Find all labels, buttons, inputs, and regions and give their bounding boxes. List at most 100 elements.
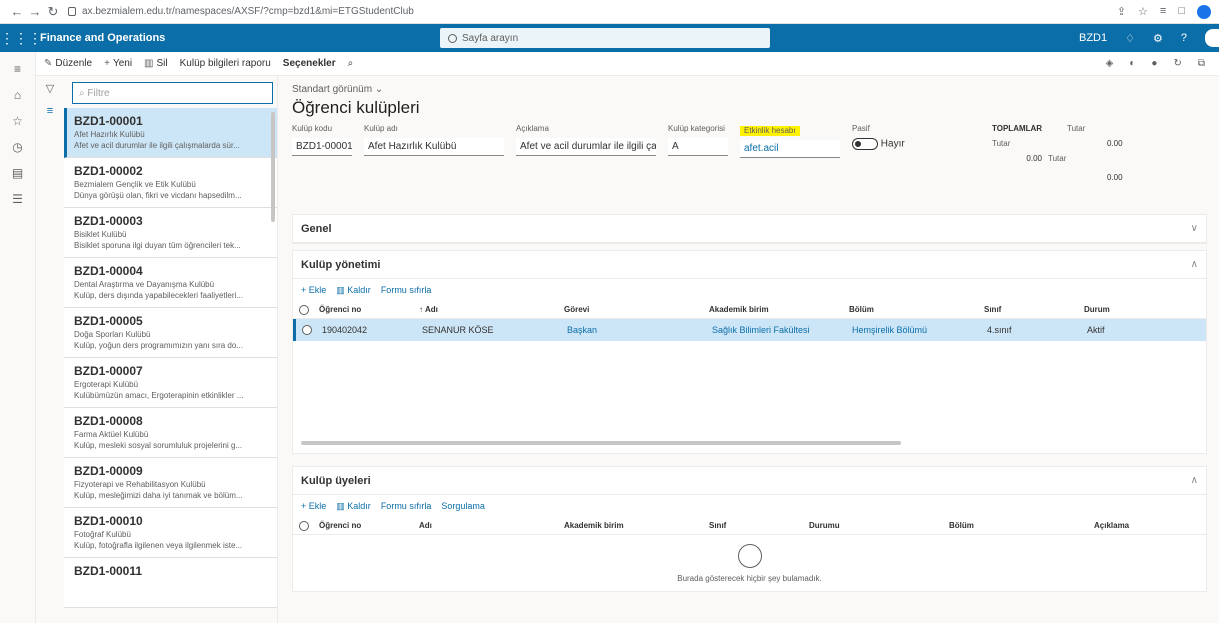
chevron-up-icon-2[interactable]: ∧ (1191, 475, 1198, 486)
address-bar[interactable]: ax.bezmialem.edu.tr/namespaces/AXSF/?cmp… (68, 6, 1117, 17)
list-item[interactable]: BZD1-00009 Fizyoterapi ve Rehabilitasyon … (64, 458, 277, 508)
passive-toggle[interactable] (852, 138, 878, 150)
member-reset-button[interactable]: Formu sıfırla (381, 501, 432, 511)
member-remove-button[interactable]: ▥ Kaldır (336, 501, 371, 512)
member-add-button[interactable]: + Ekle (301, 501, 326, 511)
list-item-desc: Kulüp, mesleğimizi daha iyi tanımak ve b… (74, 491, 243, 500)
total-value-2: 0.00 (1026, 154, 1042, 163)
company-picker[interactable]: BZD1 (1079, 32, 1107, 44)
workspaces-icon[interactable]: ▤ (12, 166, 23, 180)
action-pane: ✎ Düzenle + Yeni ▥ Sil Kulüp bilgileri rapo… (36, 52, 1219, 76)
list-item[interactable]: BZD1-00008 Farma Aktüel Kulübü Kulüp, mesl… (64, 408, 277, 458)
window-icon[interactable]: □ (1178, 5, 1185, 19)
list-item-code: BZD1-00007 (74, 364, 143, 378)
filter-icon[interactable]: ▽ (46, 82, 54, 95)
desc-field[interactable]: Afet ve acil durumlar ile ilgili çal... (516, 138, 656, 156)
category-field[interactable]: A (668, 138, 728, 156)
passive-value: Hayır (880, 138, 905, 150)
list-item-name: Dental Araştırma ve Dayanışma Kulübü (74, 280, 215, 289)
name-field[interactable]: Afet Hazırlık Kulübü (364, 138, 504, 156)
profile-icon[interactable] (1197, 4, 1211, 19)
list-item-desc: Kulüp, ders dışında yapabilecekleri faal… (74, 291, 243, 300)
member-query-button[interactable]: Sorgulama (441, 501, 485, 511)
empty-state: Burada gösterecek hiçbir şey bulamadık. (293, 535, 1206, 591)
list-item-name: Ergoterapi Kulübü (74, 380, 139, 389)
detail-pane: Standart görünüm ⌄ Öğrenci kulüpleri Kul… (278, 76, 1219, 623)
members-select-all[interactable] (299, 520, 309, 531)
mgmt-grid-header: Öğrenci no ↑ Adı Görevi Akademik birim B… (293, 301, 1206, 319)
list-item[interactable]: BZD1-00004 Dental Araştırma ve Dayanışma … (64, 258, 277, 308)
list-item-desc: Bisiklet sporuna ilgi duyan tüm öğrencil… (74, 241, 241, 250)
list-item[interactable]: BZD1-00003 Bisiklet Kulübü Bisiklet sporun… (64, 208, 277, 258)
table-row[interactable]: 190402042 SENANUR KÖSE Başkan Sağlık Bil… (293, 319, 1206, 341)
mgmt-hscroll[interactable] (301, 441, 901, 445)
search-input[interactable]: Sayfa arayın (440, 28, 770, 48)
diamond-icon[interactable]: ◈ (1106, 58, 1114, 69)
action-search-icon[interactable]: ⌕ (348, 58, 354, 69)
new-button[interactable]: + Yeni (104, 58, 132, 69)
delete-button[interactable]: ▥ Sil (144, 58, 168, 69)
avatar[interactable] (1205, 29, 1219, 47)
favorites-icon[interactable]: ☆ (12, 114, 23, 128)
chevron-down-icon[interactable]: ∨ (1191, 223, 1198, 234)
mgmt-add-button[interactable]: + Ekle (301, 285, 326, 295)
mgmt-reset-button[interactable]: Formu sıfırla (381, 285, 432, 295)
notification-icon[interactable]: ● (1151, 58, 1157, 69)
list-items: BZD1-00001 Afet Hazırlık Kulübü Afet ve ac… (64, 108, 277, 623)
list-item-code: BZD1-00004 (74, 264, 143, 278)
list-item-name: Bisiklet Kulübü (74, 230, 127, 239)
refresh-icon[interactable]: ↻ (1173, 58, 1181, 69)
app-bar: ⋮⋮⋮ Finance and Operations Sayfa arayın … (0, 24, 1219, 52)
list-item-name: Doğa Sporları Kulübü (74, 330, 151, 339)
list-item[interactable]: BZD1-00007 Ergoterapi Kulübü Kulübümüzün a… (64, 358, 277, 408)
list-item-code: BZD1-00002 (74, 164, 143, 178)
code-label: Kulüp kodu (292, 124, 333, 133)
list-item[interactable]: BZD1-00010 Fotoğraf Kulübü Kulüp, fotoğraf… (64, 508, 277, 558)
category-label: Kulüp kategorisi (668, 124, 725, 133)
options-button[interactable]: Seçenekler (283, 58, 336, 69)
hamburger-icon[interactable]: ≡ (14, 62, 21, 76)
back-icon[interactable]: ← (8, 4, 26, 19)
list-item[interactable]: BZD1-00005 Doğa Sporları Kulübü Kulüp, yoğ… (64, 308, 277, 358)
modules-icon[interactable]: ☰ (12, 192, 23, 206)
list-item[interactable]: BZD1-00002 Bezmialem Gençlik ve Etik Kulü… (64, 158, 277, 208)
list-item-code: BZD1-00003 (74, 214, 143, 228)
list-scrollbar[interactable] (271, 112, 275, 222)
help-icon[interactable]: ? (1181, 32, 1187, 44)
name-label: Kulüp adı (364, 124, 398, 133)
list-item-name: Farma Aktüel Kulübü (74, 430, 149, 439)
list-item[interactable]: BZD1-00001 Afet Hazırlık Kulübü Afet ve ac… (64, 108, 277, 158)
star-icon[interactable]: ☆ (1138, 5, 1148, 19)
popout-icon[interactable]: ⧉ (1198, 58, 1205, 69)
share-icon[interactable]: ⇪ (1117, 5, 1126, 19)
list-item[interactable]: BZD1-00011 (64, 558, 277, 608)
report-button[interactable]: Kulüp bilgileri raporu (180, 58, 271, 69)
account-field[interactable]: afet.acil (740, 140, 840, 158)
members-fasttab: Kulüp üyeleri ∧ + Ekle ▥ Kaldır Formu sıf… (292, 466, 1207, 592)
totals-group: TOPLAMLAR Tutar Tutar 0.00 0.00 Tutar 0.00 (992, 124, 1142, 182)
general-fasttab[interactable]: Genel ∨ (292, 214, 1207, 244)
bell-icon[interactable]: ♢ (1125, 32, 1135, 45)
list-item-desc: Kulüp, fotoğrafla ilgilenen veya ilgilen… (74, 541, 243, 550)
list-icon[interactable]: ≡ (47, 105, 53, 117)
chevron-up-icon[interactable]: ∧ (1191, 259, 1198, 270)
recent-icon[interactable]: ◷ (12, 140, 22, 154)
home-icon[interactable]: ⌂ (14, 88, 21, 102)
app-name[interactable]: Finance and Operations (40, 32, 440, 44)
gear-icon[interactable]: ⚙ (1153, 32, 1163, 45)
mgmt-remove-button[interactable]: ▥ Kaldır (336, 285, 371, 296)
forward-icon[interactable]: → (26, 4, 44, 19)
pencil-icon: ✎ (44, 58, 53, 69)
select-all-radio[interactable] (299, 304, 309, 315)
row-radio[interactable] (302, 325, 312, 335)
waffle-icon[interactable]: ⋮⋮⋮ (0, 30, 42, 47)
code-field[interactable]: BZD1-00001 (292, 138, 352, 156)
page-title: Öğrenci kulüpleri (292, 98, 420, 117)
edit-button[interactable]: ✎ Düzenle (44, 58, 92, 69)
reload-icon[interactable]: ↻ (44, 4, 62, 20)
filter-input[interactable]: ⌕ Filtre (72, 82, 273, 104)
office-icon[interactable]: ◐ (1129, 58, 1135, 69)
browser-toolbar: ← → ↻ ax.bezmialem.edu.tr/namespaces/AXS… (0, 0, 1219, 24)
view-selector[interactable]: Standart görünüm ⌄ (292, 84, 1211, 95)
extensions-icon[interactable]: ≡ (1160, 5, 1166, 19)
